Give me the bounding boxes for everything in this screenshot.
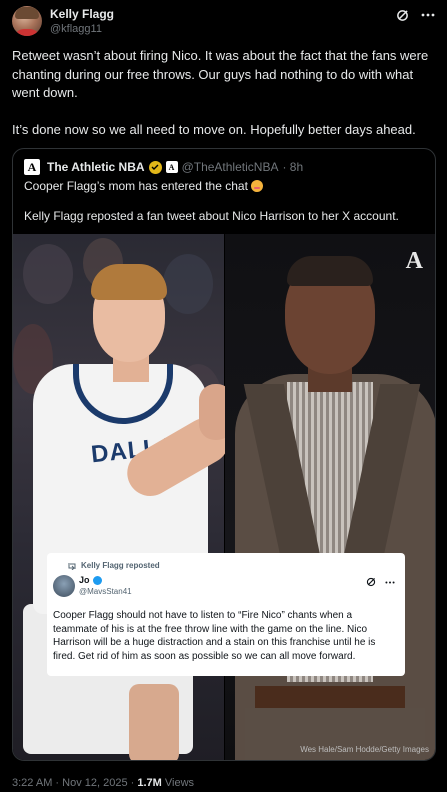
repost-author-handle: @MavsStan41 (79, 587, 132, 596)
more-icon (385, 581, 395, 583)
header-actions (395, 8, 435, 22)
views-label: Views (161, 777, 195, 789)
author-avatar[interactable] (12, 6, 42, 36)
quoted-author-handle[interactable]: @TheAthleticNBA (182, 160, 279, 174)
quoted-post-time: · 8h (282, 160, 304, 174)
post-paragraph-1: Retweet wasn’t about firing Nico. It was… (12, 48, 429, 100)
grok-icon[interactable] (395, 8, 409, 22)
executive-photo: A Wes Hale/Sam Hodde/Getty Images (225, 234, 435, 760)
quoted-image[interactable]: DALLAS A Wes Hale/Sam Hodde/Getty Images… (13, 234, 435, 760)
verified-gold-icon (148, 160, 162, 174)
post-timestamp[interactable]: 3:22 AM · Nov 12, 2025 · (12, 777, 137, 789)
player-photo: DALLAS (13, 234, 238, 760)
quoted-author-name[interactable]: The Athletic NBA (47, 160, 145, 174)
repost-author-name-row: Jo (79, 575, 102, 585)
repost-card-actions (366, 577, 395, 587)
post-body: Retweet wasn’t about firing Nico. It was… (12, 47, 435, 157)
smile-emoji-icon (251, 180, 264, 192)
repost-card-text: Cooper Flagg should not have to listen t… (53, 610, 376, 662)
repost-screenshot-card: Kelly Flagg reposted Jo @MavsStan41 Coop… (47, 553, 405, 676)
author-handle[interactable]: @kflagg11 (50, 23, 102, 35)
post-meta: 3:22 AM · Nov 12, 2025 · 1.7M Views (12, 777, 194, 789)
repost-author-avatar (53, 575, 75, 597)
grok-icon (366, 577, 376, 587)
affiliate-badge-icon: A (165, 161, 178, 173)
athletic-watermark: A (405, 248, 423, 274)
repost-label: Kelly Flagg reposted (67, 561, 160, 570)
more-icon[interactable] (421, 8, 435, 22)
photo-credit: Wes Hale/Sam Hodde/Getty Images (300, 745, 429, 754)
repost-label-text: Kelly Flagg reposted (81, 561, 160, 570)
quoted-line-1: Cooper Flagg’s mom has entered the chat (24, 179, 264, 193)
athletic-logo: A (24, 159, 40, 175)
quoted-post[interactable]: A The Athletic NBA A @TheAthleticNBA · 8… (12, 148, 436, 761)
repost-icon (68, 562, 76, 570)
views-count[interactable]: 1.7M (137, 777, 161, 789)
quoted-line-2: Kelly Flagg reposted a fan tweet about N… (24, 209, 399, 223)
repost-author-name: Jo (79, 575, 90, 585)
quoted-post-header: A The Athletic NBA A @TheAthleticNBA · 8… (24, 159, 303, 175)
verified-blue-icon (92, 575, 102, 585)
quoted-line-1-text: Cooper Flagg’s mom has entered the chat (24, 179, 248, 193)
post-header: Kelly Flagg @kflagg11 (12, 6, 435, 38)
post-paragraph-2: It’s done now so we all need to move on.… (12, 121, 416, 137)
author-name[interactable]: Kelly Flagg (50, 7, 114, 21)
